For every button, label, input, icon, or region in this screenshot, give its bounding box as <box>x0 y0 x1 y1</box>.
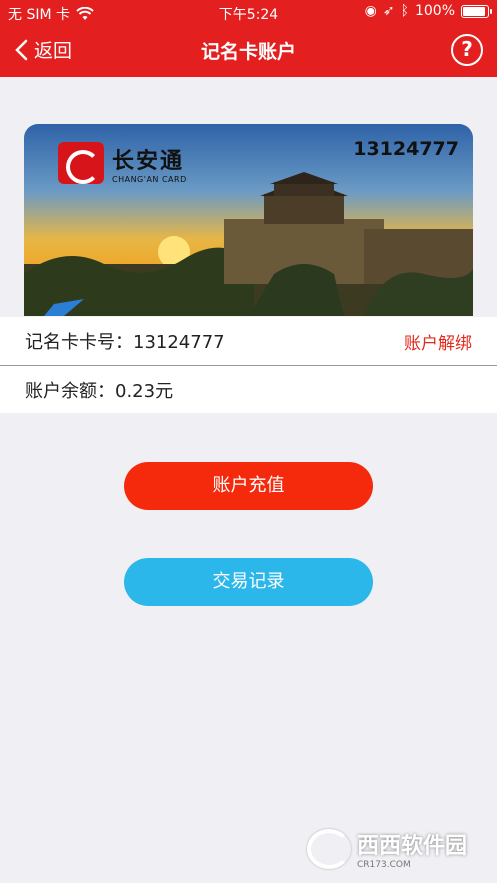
page-title: 记名卡账户 <box>200 41 296 63</box>
help-button[interactable]: ? <box>451 34 483 66</box>
status-bar: 无 SIM 卡 下午5:24 ◉ ➶ ᛒ 100% <box>0 0 497 24</box>
card-number-row: 记名卡卡号：13124777 账户解绑 <box>0 317 497 365</box>
battery-icon <box>461 4 492 18</box>
watermark: 西西软件园 CR173.COM <box>307 827 483 871</box>
transaction-records-button[interactable]: 交易记录 <box>124 558 373 606</box>
question-icon: ? <box>461 37 473 61</box>
lock-rotation-icon: ◉ <box>364 3 377 19</box>
balance-row: 账户余额：0.23元 <box>0 365 497 413</box>
nav-bar: 返回 记名卡账户 ? <box>0 24 497 77</box>
card-brand: 长安通 CHANG'AN CARD <box>58 142 187 184</box>
account-info: 记名卡卡号：13124777 账户解绑 账户余额：0.23元 <box>0 317 497 413</box>
brand-name-en: CHANG'AN CARD <box>112 174 187 184</box>
card-image: 长安通 CHANG'AN CARD 13124777 <box>24 124 473 316</box>
card-number-label: 记名卡卡号：13124777 <box>25 332 225 353</box>
unbind-button[interactable]: 账户解绑 <box>404 329 472 354</box>
brand-name-cn: 长安通 <box>112 148 185 174</box>
bluetooth-icon: ᛒ <box>400 3 409 19</box>
top-bar: 无 SIM 卡 下午5:24 ◉ ➶ ᛒ 100% 返回 记名卡账户 ? <box>0 0 497 77</box>
changan-logo-icon <box>58 142 104 184</box>
recharge-button[interactable]: 账户充值 <box>124 462 373 510</box>
balance-label: 账户余额：0.23元 <box>25 380 174 402</box>
watermark-text: 西西软件园 <box>357 834 468 859</box>
location-icon: ➶ <box>382 3 395 19</box>
watermark-sub: CR173.COM <box>357 860 411 870</box>
watermark-logo-icon <box>307 829 351 869</box>
card-number: 13124777 <box>353 138 459 160</box>
battery-percent: 100% <box>414 3 455 19</box>
